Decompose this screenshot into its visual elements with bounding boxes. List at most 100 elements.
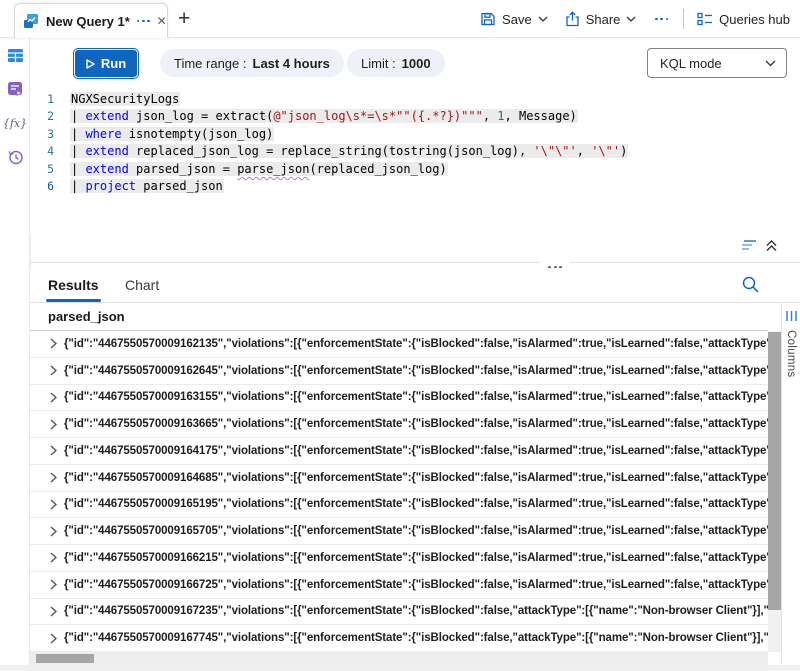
save-button[interactable]: Save	[476, 7, 552, 31]
connections-table-icon[interactable]	[0, 38, 30, 72]
code-text: | extend replaced_json_log = replace_str…	[70, 144, 628, 158]
share-chevron-icon	[626, 16, 636, 22]
expand-row-chevron-icon[interactable]	[30, 472, 64, 483]
run-button[interactable]: Run	[75, 50, 137, 77]
line-number: 3	[30, 127, 70, 141]
table-row[interactable]: {"id":"4467550570009165705","violations"…	[30, 518, 768, 545]
share-button[interactable]: Share	[561, 7, 641, 31]
column-header-parsed-json[interactable]: parsed_json	[30, 303, 768, 331]
bottom-scroll-strip	[0, 665, 800, 671]
more-actions-icon[interactable]	[649, 18, 674, 21]
queries-hub-icon	[697, 12, 713, 26]
expand-row-chevron-icon[interactable]	[30, 606, 64, 617]
new-tab-button[interactable]: +	[178, 7, 190, 31]
top-actions: Save Share	[476, 0, 794, 38]
vertical-scrollbar-thumb[interactable]	[768, 332, 781, 610]
adx-query-window: New Query 1* ✕ + Save	[0, 0, 800, 671]
row-json-text: {"id":"4467550570009165705","violations"…	[64, 525, 768, 537]
expand-row-chevron-icon[interactable]	[30, 445, 64, 456]
save-icon	[480, 11, 496, 27]
time-range-value: Last 4 hours	[253, 56, 330, 71]
expand-row-chevron-icon[interactable]	[30, 552, 64, 563]
table-row[interactable]: {"id":"4467550570009167745","violations"…	[30, 625, 768, 652]
limit-selector[interactable]: Limit : 1000	[347, 49, 445, 77]
tab-close-icon[interactable]: ✕	[157, 15, 167, 27]
expand-row-chevron-icon[interactable]	[30, 526, 64, 537]
line-number: 2	[30, 109, 70, 123]
table-row[interactable]: {"id":"4467550570009167235","violations"…	[30, 599, 768, 626]
share-icon	[565, 11, 580, 27]
code-text: | extend json_log = extract(@"json_log\s…	[70, 109, 578, 123]
time-range-label: Time range :	[174, 56, 247, 71]
tab-results[interactable]: Results	[48, 268, 99, 302]
query-history-icon[interactable]	[0, 140, 30, 174]
table-row[interactable]: {"id":"4467550570009166215","violations"…	[30, 545, 768, 572]
code-text: | extend parsed_json = parse_json(replac…	[70, 162, 448, 176]
queries-hub-label: Queries hub	[719, 12, 790, 27]
format-lines-icon[interactable]	[741, 239, 757, 252]
vertical-scrollbar[interactable]	[768, 331, 781, 652]
table-row[interactable]: {"id":"4467550570009164175","violations"…	[30, 438, 768, 465]
row-json-text: {"id":"4467550570009167235","violations"…	[64, 605, 768, 617]
time-range-selector[interactable]: Time range : Last 4 hours	[160, 49, 344, 77]
editor-line[interactable]: 4 | extend replaced_json_log = replace_s…	[30, 143, 800, 161]
actions-divider	[683, 9, 684, 29]
query-editor[interactable]: 1 NGXSecurityLogs 2 | extend json_log = …	[30, 90, 800, 235]
horizontal-scrollbar-thumb[interactable]	[36, 654, 94, 663]
functions-fx-icon[interactable]: {fx}	[0, 106, 30, 140]
share-label: Share	[586, 12, 621, 27]
editor-footer-controls	[741, 239, 778, 252]
kql-mode-value: KQL mode	[660, 56, 722, 71]
tab-chart[interactable]: Chart	[125, 268, 159, 302]
table-row[interactable]: {"id":"4467550570009163155","violations"…	[30, 385, 768, 412]
search-icon	[741, 275, 760, 294]
line-number: 4	[30, 144, 70, 158]
results-grid: {"id":"4467550570009162135","violations"…	[30, 331, 768, 652]
query-tab-bar: New Query 1* ✕ + Save	[0, 0, 800, 38]
expand-row-chevron-icon[interactable]	[30, 633, 64, 644]
expand-row-chevron-icon[interactable]	[30, 499, 64, 510]
table-row[interactable]: {"id":"4467550570009165195","violations"…	[30, 492, 768, 519]
saved-scripts-icon[interactable]	[0, 72, 30, 106]
panel-divider-line	[30, 262, 800, 263]
editor-line[interactable]: 3 | where isnotempty(json_log)	[30, 125, 800, 143]
row-json-text: {"id":"4467550570009166215","violations"…	[64, 552, 768, 564]
editor-line[interactable]: 1 NGXSecurityLogs	[30, 90, 800, 108]
row-json-text: {"id":"4467550570009162135","violations"…	[64, 338, 768, 350]
row-json-text: {"id":"4467550570009163155","violations"…	[64, 391, 768, 403]
expand-row-chevron-icon[interactable]	[30, 338, 64, 349]
column-header-label: parsed_json	[48, 309, 125, 324]
tab-more-icon[interactable]	[137, 20, 150, 23]
row-json-text: {"id":"4467550570009167745","violations"…	[64, 632, 768, 644]
row-json-text: {"id":"4467550570009164175","violations"…	[64, 445, 768, 457]
editor-line[interactable]: 2 | extend json_log = extract(@"json_log…	[30, 108, 800, 126]
table-row[interactable]: {"id":"4467550570009162645","violations"…	[30, 358, 768, 385]
queries-hub-button[interactable]: Queries hub	[693, 8, 794, 31]
collapse-editor-icon[interactable]	[765, 239, 778, 252]
horizontal-scrollbar[interactable]	[30, 652, 768, 665]
editor-lines: 1 NGXSecurityLogs 2 | extend json_log = …	[30, 90, 800, 195]
save-label: Save	[502, 12, 532, 27]
table-row[interactable]: {"id":"4467550570009166725","violations"…	[30, 572, 768, 599]
table-row[interactable]: {"id":"4467550570009162135","violations"…	[30, 331, 768, 358]
expand-row-chevron-icon[interactable]	[30, 419, 64, 430]
expand-row-chevron-icon[interactable]	[30, 579, 64, 590]
tab-title: New Query 1*	[46, 14, 130, 29]
run-label: Run	[101, 56, 126, 71]
table-row[interactable]: {"id":"4467550570009163665","violations"…	[30, 411, 768, 438]
expand-row-chevron-icon[interactable]	[30, 365, 64, 376]
editor-line[interactable]: 5 | extend parsed_json = parse_json(repl…	[30, 160, 800, 178]
adx-logo-icon	[23, 13, 39, 29]
query-tab[interactable]: New Query 1* ✕	[14, 3, 168, 38]
line-number: 6	[30, 179, 70, 193]
editor-line[interactable]: 6 | project parsed_json	[30, 178, 800, 196]
expand-row-chevron-icon[interactable]	[30, 392, 64, 403]
search-results-button[interactable]	[741, 275, 760, 294]
columns-side-panel[interactable]: Columns	[781, 303, 800, 665]
kql-mode-dropdown[interactable]: KQL mode	[647, 48, 787, 78]
columns-panel-label: Columns	[785, 330, 797, 377]
table-row[interactable]: {"id":"4467550570009164685","violations"…	[30, 465, 768, 492]
results-tab-bar: Results Chart	[30, 268, 800, 303]
code-text: NGXSecurityLogs	[70, 92, 180, 106]
code-text: | project parsed_json	[70, 179, 224, 193]
